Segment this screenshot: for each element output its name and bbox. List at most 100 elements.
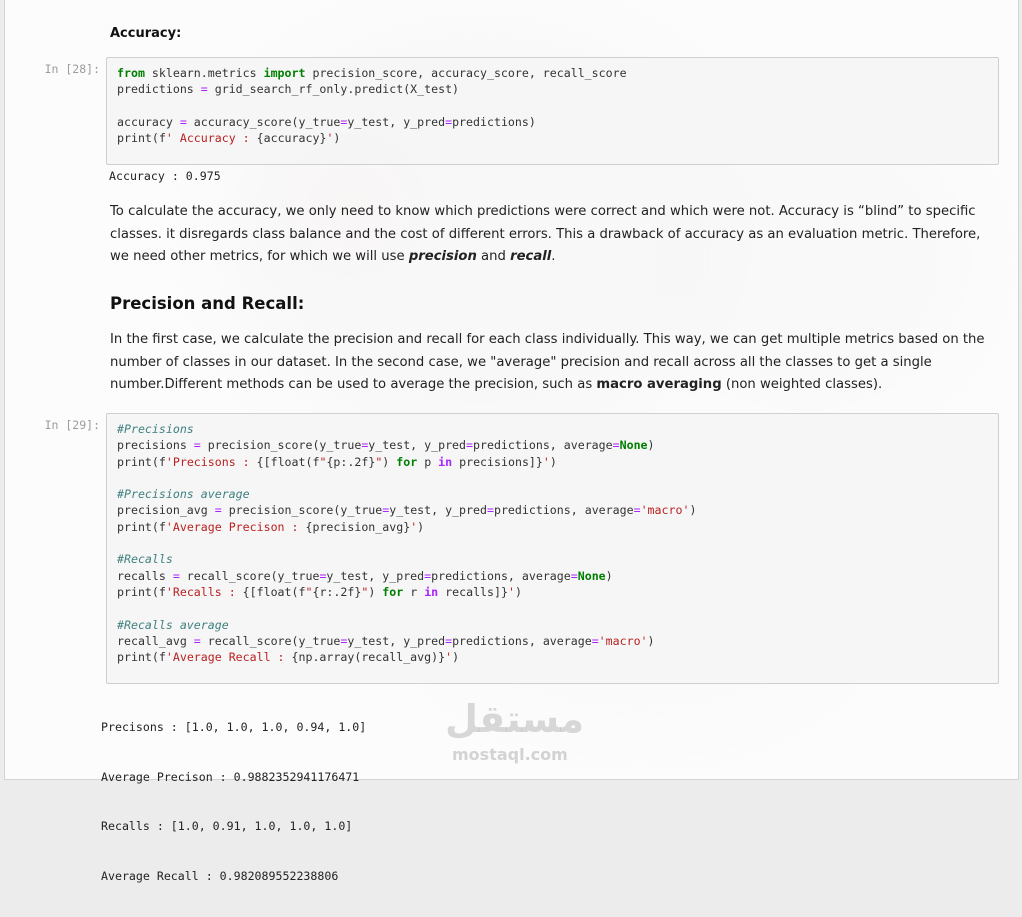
code-token: r	[403, 584, 425, 599]
code-line: accuracy = accuracy_score(y_true=y_test,…	[117, 114, 988, 130]
code-token: recall_avg	[117, 633, 194, 648]
accuracy-heading: Accuracy:	[110, 26, 182, 41]
code-token: #Recalls	[117, 552, 173, 567]
code-token: y_test, y_pred	[389, 503, 487, 518]
paragraph-text: .	[551, 249, 556, 264]
code-token: )	[382, 454, 397, 469]
mostaql-watermark-text: mostaql.com	[452, 745, 568, 764]
code-token: recalls	[117, 568, 173, 583]
emphasis-text: precision	[408, 249, 477, 264]
code-token: 'macro'	[640, 503, 690, 518]
code-token: from	[117, 66, 145, 80]
code-token: '	[507, 584, 515, 599]
code-token: print(f	[117, 454, 166, 469]
code-token: )	[689, 503, 697, 518]
paragraph-text: (non weighted classes).	[721, 377, 883, 392]
code-token: =	[466, 438, 474, 453]
code-token: recall_score(y_true	[200, 633, 341, 648]
code-token: in	[424, 584, 439, 599]
code-token: )	[368, 584, 383, 599]
code-token: '	[542, 454, 550, 469]
code-token: predictions, average	[473, 438, 613, 453]
code-cell-28[interactable]: from sklearn.metrics import precision_sc…	[106, 57, 999, 165]
code-token: {p:.2f}	[326, 454, 376, 469]
code-token: )	[549, 454, 557, 469]
code-line: #Precisions	[117, 421, 988, 437]
code-token: )	[605, 568, 613, 583]
code-token: )	[647, 438, 655, 453]
code-token: #Precisions	[117, 422, 194, 436]
code-token: #Recalls average	[117, 617, 229, 632]
code-token: =	[486, 503, 494, 518]
code-token: predictions	[117, 82, 201, 97]
code-token: =	[200, 82, 208, 97]
code-line: precisions = precision_score(y_true=y_te…	[117, 437, 988, 453]
code-token: grid_search_rf_only.predict(X_test)	[207, 82, 460, 97]
code-cell-28-source: from sklearn.metrics import precision_sc…	[117, 65, 988, 146]
code-token: precision_avg	[117, 503, 215, 518]
code-token: =	[172, 568, 180, 583]
code-line: #Precisions average	[117, 486, 988, 502]
code-line: print(f'Recalls : {[float(f"{r:.2f}") fo…	[117, 584, 988, 600]
code-token: None	[577, 568, 606, 583]
code-token: y_test, y_pred	[326, 568, 425, 583]
code-token: 'Recalls :	[165, 584, 243, 599]
precision-recall-paragraph: In the first case, we calculate the prec…	[110, 329, 985, 397]
code-token: y_test, y_pred	[347, 633, 446, 648]
code-token: print(f	[117, 584, 166, 599]
code-cell-29[interactable]: #Precisions precisions = precision_score(…	[106, 413, 999, 684]
code-line: #Recalls average	[117, 617, 988, 633]
code-token: in	[438, 454, 453, 469]
code-token: =	[193, 438, 201, 453]
code-token: =	[193, 633, 201, 648]
code-token: )	[514, 584, 522, 599]
code-line: print(f'Precisons : {[float(f"{p:.2f}") …	[117, 454, 988, 470]
accuracy-explanation-paragraph: To calculate the accuracy, we only need …	[110, 201, 985, 269]
code-line: recall_avg = recall_score(y_true=y_test,…	[117, 633, 988, 649]
code-token: print(f	[117, 519, 166, 534]
output-line: Precisons : [1.0, 1.0, 1.0, 0.94, 1.0]	[101, 720, 367, 734]
code-token: {np.array(recall_avg)}	[291, 650, 446, 665]
code-token: {[float(f	[256, 454, 320, 469]
emphasis-text: macro averaging	[596, 377, 722, 392]
code-line: print(f'Average Recall : {np.array(recal…	[117, 649, 988, 665]
code-line: predictions = grid_search_rf_only.predic…	[117, 81, 988, 97]
code-token: y_test, y_pred	[368, 438, 467, 453]
code-line: print(f' Accuracy : {accuracy}')	[117, 130, 988, 146]
code-token: import	[263, 66, 306, 80]
code-token: =	[612, 438, 620, 453]
code-token: =	[570, 568, 578, 583]
output-line: Recalls : [1.0, 0.91, 1.0, 1.0, 1.0]	[101, 819, 353, 833]
code-token: =	[214, 503, 222, 518]
code-token: 'Average Recall :	[165, 650, 292, 665]
code-line: recalls = recall_score(y_true=y_test, y_…	[117, 568, 988, 584]
code-token: 'macro'	[598, 633, 648, 648]
code-line: print(f'Average Precison : {precision_av…	[117, 519, 988, 535]
code-token: p	[417, 454, 439, 469]
code-token: ' Accuracy :	[165, 131, 257, 146]
output-line: Average Precison : 0.9882352941176471	[101, 769, 360, 784]
code-line: from sklearn.metrics import precision_sc…	[117, 65, 988, 81]
cell-28-output: Accuracy : 0.975	[109, 169, 221, 183]
code-token: predictions, average	[452, 633, 592, 648]
code-cell-29-source: #Precisions precisions = precision_score(…	[117, 421, 988, 665]
code-token: recall_score(y_true	[179, 568, 320, 583]
code-token: accuracy_score(y_true	[186, 114, 341, 129]
code-token: )	[452, 650, 460, 665]
code-token: =	[179, 114, 187, 129]
code-token: {[float(f	[242, 584, 306, 599]
code-token: {r:.2f}	[312, 584, 362, 599]
code-token: predictions, average	[431, 568, 571, 583]
code-token: accuracy	[117, 114, 180, 129]
code-token: recalls]}	[438, 584, 508, 599]
code-token: 'Average Precison :	[165, 519, 306, 534]
code-token: )	[647, 633, 655, 648]
code-token: sklearn.metrics	[144, 66, 264, 80]
output-line: Average Recall : 0.982089552238806	[101, 868, 339, 883]
code-token: print(f	[117, 131, 166, 146]
code-line: precision_avg = precision_score(y_true=y…	[117, 502, 988, 518]
